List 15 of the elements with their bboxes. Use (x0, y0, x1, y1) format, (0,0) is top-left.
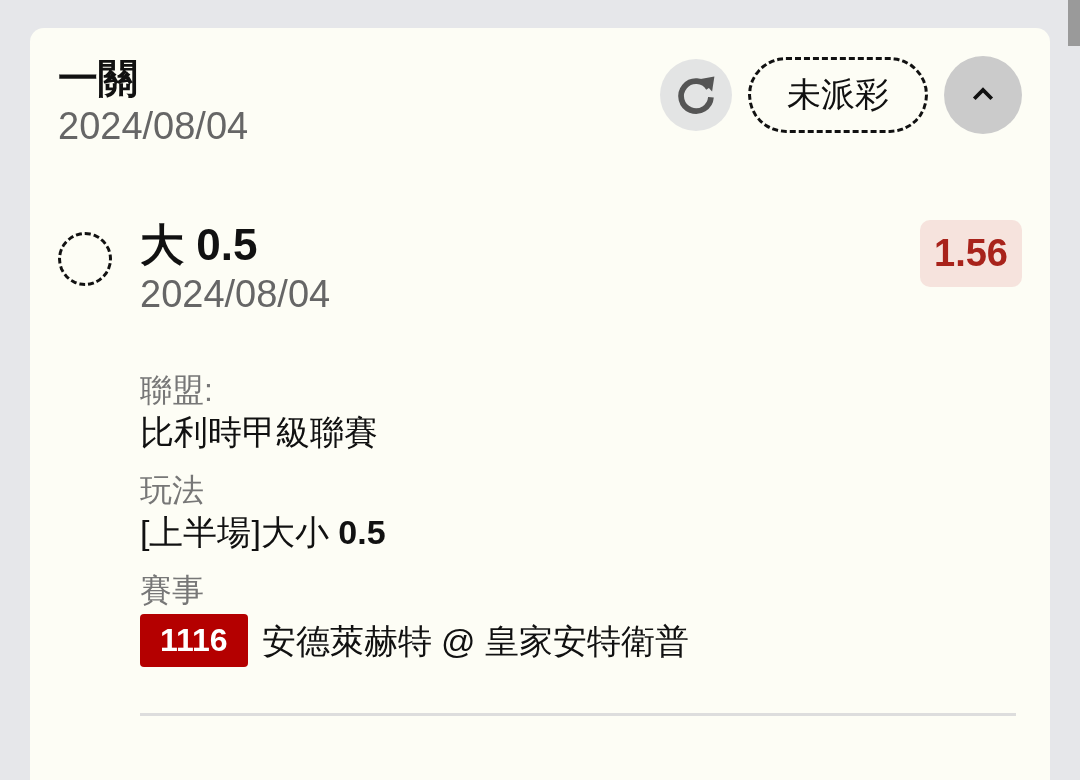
detail-label: 聯盟: (140, 371, 214, 410)
scrollbar-thumb[interactable] (1068, 0, 1080, 46)
status-badge: 未派彩 (748, 57, 928, 133)
selection-date: 2024/08/04 (140, 272, 331, 317)
match-teams: 安德萊赫特 @ 皇家安特衛普 (261, 620, 690, 662)
detail-label: 玩法 (140, 471, 205, 510)
detail-value: [上半場]大小 0.5 (140, 512, 387, 553)
detail-label: 賽事 (140, 571, 205, 610)
bet-date: 2024/08/04 (58, 104, 249, 149)
match-number: 1116 (140, 614, 248, 667)
radio-button[interactable] (58, 232, 112, 286)
odds-badge: 1.56 (920, 220, 1022, 287)
bet-type: 一關 (58, 55, 139, 102)
selection-name: 大 0.5 (140, 220, 259, 270)
detail-value: 比利時甲級聯賽 (140, 412, 379, 453)
